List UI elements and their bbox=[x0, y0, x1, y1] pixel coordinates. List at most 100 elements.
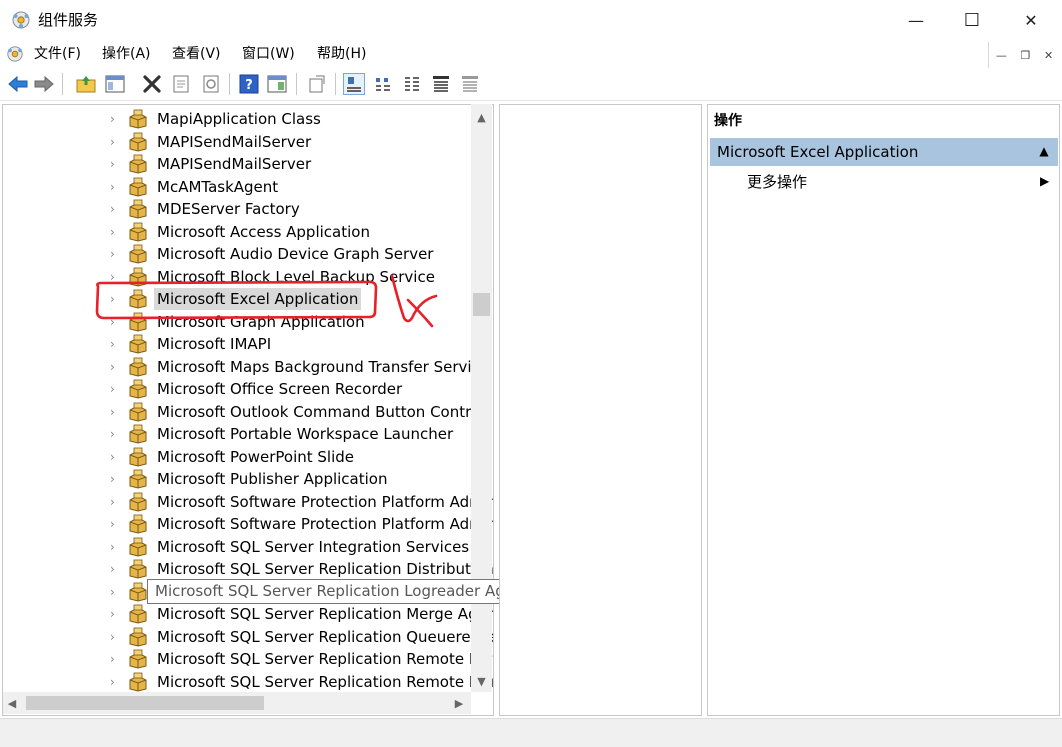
expand-chevron-icon[interactable]: › bbox=[110, 517, 120, 531]
expand-chevron-icon[interactable]: › bbox=[110, 652, 120, 666]
back-arrow-icon[interactable] bbox=[7, 73, 29, 95]
properties-icon[interactable] bbox=[170, 73, 192, 95]
vertical-scroll-thumb[interactable] bbox=[473, 293, 490, 316]
tree-item[interactable]: › Microsoft IMAPI bbox=[3, 333, 473, 355]
forward-arrow-icon[interactable] bbox=[33, 73, 55, 95]
horizontal-scroll-thumb[interactable] bbox=[26, 696, 264, 710]
expand-chevron-icon[interactable]: › bbox=[110, 450, 120, 464]
tree-item[interactable]: › MapiApplication Class bbox=[3, 108, 473, 130]
detail-view-icon[interactable] bbox=[430, 73, 452, 95]
small-icons-view-icon[interactable] bbox=[372, 73, 394, 95]
menu-help[interactable]: 帮助(H) bbox=[317, 44, 366, 64]
tree-item[interactable]: › Microsoft SQL Server Replication Remot… bbox=[3, 648, 493, 670]
mdi-restore-button[interactable]: ❐ bbox=[1020, 49, 1030, 62]
scroll-up-arrow-icon[interactable]: ▲ bbox=[471, 108, 492, 126]
console-menu-icon[interactable] bbox=[6, 45, 24, 63]
more-actions-item[interactable]: 更多操作 bbox=[747, 172, 807, 192]
show-hide-tree-icon[interactable] bbox=[104, 73, 126, 95]
expand-chevron-icon[interactable]: › bbox=[110, 315, 120, 329]
tree-item[interactable]: › MDEServer Factory bbox=[3, 198, 473, 220]
tree-item[interactable]: › Microsoft SQL Server Integration Servi… bbox=[3, 536, 493, 558]
com-component-icon bbox=[127, 312, 149, 332]
tree-item[interactable]: › Microsoft SQL Server Replication Merge… bbox=[3, 603, 493, 625]
tree-item[interactable]: › MAPISendMailServer bbox=[3, 153, 473, 175]
menu-view[interactable]: 查看(V) bbox=[172, 44, 221, 64]
expand-chevron-icon[interactable]: › bbox=[110, 247, 120, 261]
tree-item[interactable]: › MAPISendMailServer bbox=[3, 131, 473, 153]
scroll-left-arrow-icon[interactable]: ◀ bbox=[3, 692, 21, 714]
close-button[interactable]: ✕ bbox=[1000, 0, 1062, 40]
status-view-icon[interactable] bbox=[459, 73, 481, 95]
tree-item[interactable]: › Microsoft PowerPoint Slide bbox=[3, 446, 473, 468]
list-view-icon[interactable] bbox=[401, 73, 423, 95]
tree-item[interactable]: › Microsoft Office Screen Recorder bbox=[3, 378, 473, 400]
mdi-minimize-button[interactable]: — bbox=[996, 49, 1007, 62]
expand-chevron-icon[interactable]: › bbox=[110, 360, 120, 374]
tree-item[interactable]: › Microsoft SQL Server Replication Distr… bbox=[3, 558, 493, 580]
tree-item[interactable]: › Microsoft Excel Application bbox=[3, 288, 473, 310]
com-component-icon bbox=[127, 132, 149, 152]
tree-item-label: Microsoft Software Protection Platform A… bbox=[157, 492, 493, 511]
menu-window[interactable]: 窗口(W) bbox=[242, 44, 295, 64]
expand-chevron-icon[interactable]: › bbox=[110, 427, 120, 441]
submenu-arrow-icon[interactable]: ▶ bbox=[1040, 172, 1049, 190]
expand-chevron-icon[interactable]: › bbox=[110, 270, 120, 284]
tree-item[interactable]: › Microsoft Block Level Backup Service bbox=[3, 266, 473, 288]
delete-icon[interactable] bbox=[141, 73, 163, 95]
tree-item[interactable]: › Microsoft Outlook Command Button Contr… bbox=[3, 401, 484, 423]
maximize-button[interactable]: ☐ bbox=[941, 0, 1003, 40]
expand-chevron-icon[interactable]: › bbox=[110, 225, 120, 239]
expand-chevron-icon[interactable]: › bbox=[110, 495, 120, 509]
help-icon[interactable]: ? bbox=[238, 73, 260, 95]
export-icon[interactable] bbox=[306, 73, 328, 95]
tree-item[interactable]: › Microsoft Portable Workspace Launcher bbox=[3, 423, 473, 445]
tree-item-label: MDEServer Factory bbox=[157, 200, 300, 218]
tree-item-label: Microsoft SQL Server Replication Remote … bbox=[157, 672, 493, 691]
expand-chevron-icon[interactable]: › bbox=[110, 472, 120, 486]
expand-chevron-icon[interactable]: › bbox=[110, 540, 120, 554]
tree-item[interactable]: › Microsoft Software Protection Platform… bbox=[3, 513, 493, 535]
scroll-right-arrow-icon[interactable]: ▶ bbox=[450, 692, 468, 714]
show-hide-action-pane-icon[interactable] bbox=[266, 73, 288, 95]
up-folder-icon[interactable] bbox=[75, 73, 97, 95]
tree-item[interactable]: › Microsoft Publisher Application bbox=[3, 468, 473, 490]
expand-chevron-icon[interactable]: › bbox=[110, 630, 120, 644]
tree-item[interactable]: › Microsoft Access Application bbox=[3, 221, 473, 243]
expand-chevron-icon[interactable]: › bbox=[110, 180, 120, 194]
com-component-icon bbox=[127, 267, 149, 287]
large-icons-view-icon[interactable] bbox=[343, 73, 365, 95]
expand-chevron-icon[interactable]: › bbox=[110, 562, 120, 576]
com-component-icon bbox=[127, 199, 149, 219]
com-component-icon bbox=[127, 492, 149, 512]
expand-chevron-icon[interactable]: › bbox=[110, 337, 120, 351]
tree-item[interactable]: › McAMTaskAgent bbox=[3, 176, 473, 198]
expand-chevron-icon[interactable]: › bbox=[110, 675, 120, 689]
expand-chevron-icon[interactable]: › bbox=[110, 157, 120, 171]
expand-chevron-icon[interactable]: › bbox=[110, 202, 120, 216]
tree-item[interactable]: › Microsoft Software Protection Platform… bbox=[3, 491, 493, 513]
refresh-icon[interactable] bbox=[200, 73, 222, 95]
window-title: 组件服务 bbox=[38, 11, 99, 29]
expand-chevron-icon[interactable]: › bbox=[110, 382, 120, 396]
tree-item[interactable]: › Microsoft SQL Server Replication Remot… bbox=[3, 671, 493, 693]
expand-chevron-icon[interactable]: › bbox=[110, 112, 120, 126]
expand-chevron-icon[interactable]: › bbox=[110, 405, 120, 419]
expand-chevron-icon[interactable]: › bbox=[110, 585, 120, 599]
scroll-down-arrow-icon[interactable]: ▼ bbox=[471, 672, 492, 690]
menu-file[interactable]: 文件(F) bbox=[34, 44, 81, 64]
expand-chevron-icon[interactable]: › bbox=[110, 607, 120, 621]
com-component-icon bbox=[127, 559, 149, 579]
tree-item[interactable]: › Microsoft Graph Application bbox=[3, 311, 473, 333]
minimize-button[interactable]: — bbox=[885, 0, 947, 40]
com-component-icon bbox=[127, 222, 149, 242]
expand-chevron-icon[interactable]: › bbox=[110, 135, 120, 149]
tree-item[interactable]: › Microsoft SQL Server Replication Queue… bbox=[3, 626, 493, 648]
tree-item[interactable]: › Microsoft Audio Device Graph Server bbox=[3, 243, 473, 265]
svg-text:?: ? bbox=[245, 78, 253, 93]
tree-item-label: Microsoft Portable Workspace Launcher bbox=[157, 425, 454, 443]
mdi-close-button[interactable]: ✕ bbox=[1044, 49, 1053, 62]
expand-chevron-icon[interactable]: › bbox=[110, 292, 120, 306]
tree-item[interactable]: › Microsoft Maps Background Transfer Ser… bbox=[3, 356, 489, 378]
collapse-up-icon[interactable]: ▲ bbox=[1037, 144, 1051, 158]
menu-action[interactable]: 操作(A) bbox=[102, 44, 151, 64]
